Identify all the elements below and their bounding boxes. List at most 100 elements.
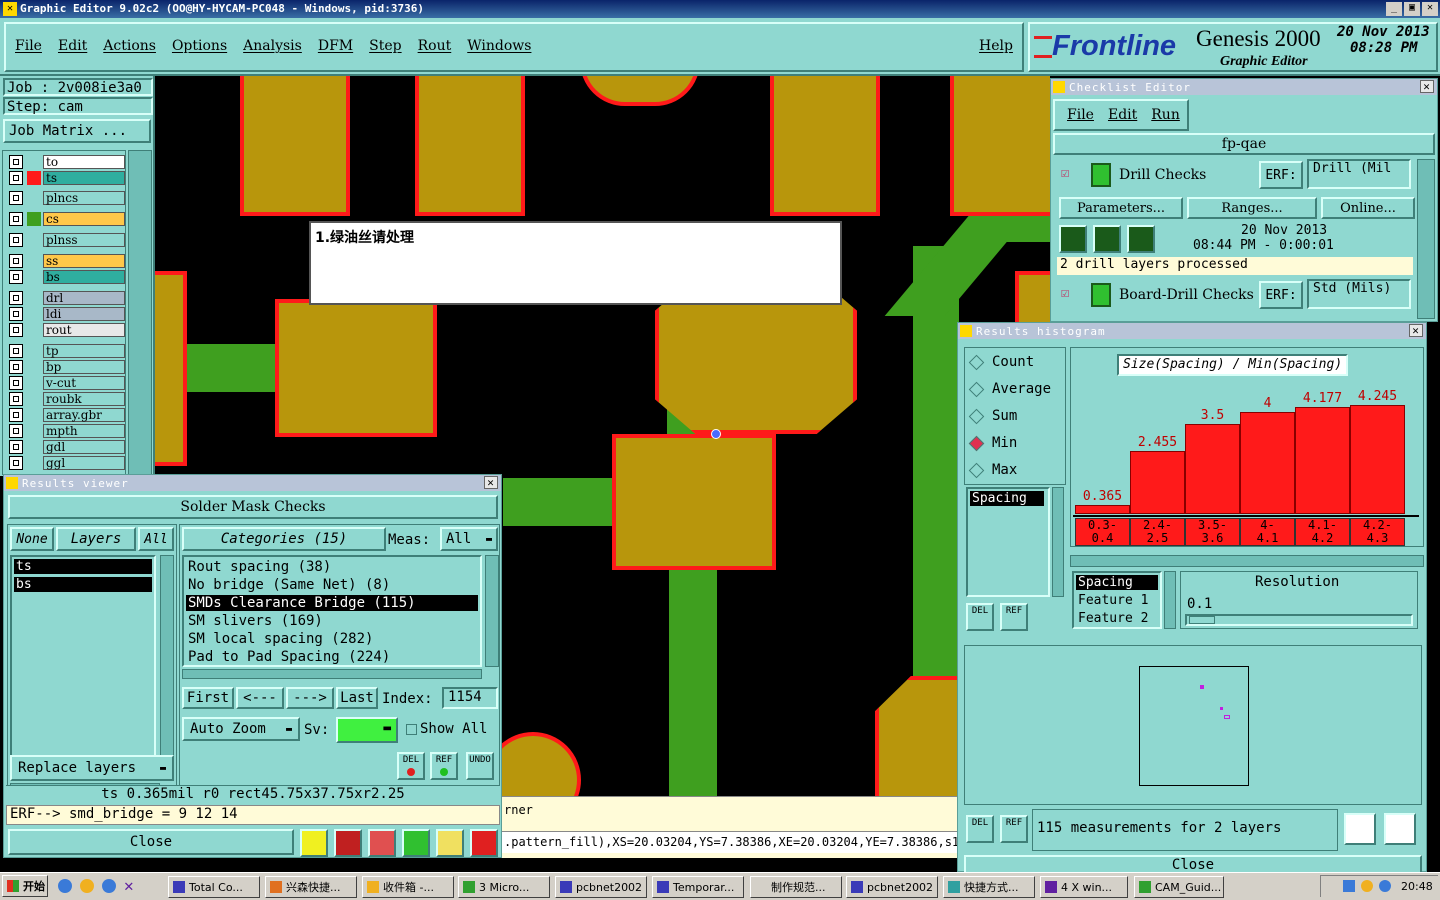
layer-checkbox[interactable] [9,424,23,438]
layer-row[interactable]: ss [9,254,125,268]
bottom-list-feature2[interactable]: Feature 2 [1076,611,1148,626]
menu-edit[interactable]: Edit [58,38,87,54]
layer-row[interactable]: bp [9,360,125,374]
histogram-bar[interactable] [1350,405,1405,514]
ref-button[interactable]: REF [430,752,458,780]
taskbar-item[interactable]: pcbnet2002 [846,876,938,898]
radio-icon[interactable] [968,408,985,424]
menu-dfm[interactable]: DFM [318,38,353,54]
taskbar-item[interactable]: 4 X win... [1040,876,1128,898]
radio-icon[interactable] [968,462,985,478]
layer-name[interactable]: ldi [43,307,125,321]
layer-checkbox[interactable] [9,392,23,406]
layer-checkbox[interactable] [9,254,23,268]
layer-name[interactable]: ggl [43,456,125,470]
bottom-list-scroll[interactable] [1164,571,1176,629]
menu-windows[interactable]: Windows [467,38,531,54]
maximize-button[interactable]: ▣ [1404,2,1420,16]
menu-rout[interactable]: Rout [418,38,452,54]
layer-row[interactable]: rout [9,323,125,337]
checklist-vscroll[interactable] [1417,159,1435,319]
replace-layers-dropdown[interactable]: Replace layers ▬ [10,755,174,781]
histogram-hscroll[interactable] [1070,555,1424,567]
next-button[interactable]: ---> [286,687,334,709]
histogram-bar[interactable] [1130,451,1185,514]
tray-icon-3[interactable] [1379,880,1391,892]
preview-ref-button[interactable]: REF [1000,815,1028,843]
filter-none-button[interactable]: None [10,527,54,551]
layer-name[interactable]: bp [43,360,125,374]
check-item-1-checkbox[interactable]: ☑ [1061,165,1069,181]
checklist-close-icon[interactable]: ✕ [1420,80,1434,93]
online-button[interactable]: Online... [1321,197,1415,219]
histogram-zoom-icon[interactable] [1344,813,1376,845]
mode-option[interactable]: Average [968,381,1051,397]
layer-name[interactable]: mpth [43,424,125,438]
taskbar-item[interactable]: 制作规范... [750,876,842,898]
results-tool-3-icon[interactable] [368,829,396,857]
result-marker-icon[interactable] [711,429,721,439]
check-item-2-name[interactable]: Board-Drill Checks [1119,287,1254,303]
checklist-menu-run[interactable]: Run [1151,107,1180,123]
check-item-1-name[interactable]: Drill Checks [1119,167,1206,183]
layer-name[interactable]: drl [43,291,125,305]
tray-icon-1[interactable] [1343,880,1355,892]
taskbar-item[interactable]: CAM_Guid... [1134,876,1224,898]
layer-name[interactable]: gdl [43,440,125,454]
layer-checkbox[interactable] [9,376,23,390]
layer-row[interactable]: array.gbr [9,408,125,422]
radio-icon[interactable] [968,435,985,451]
layer-checkbox[interactable] [9,456,23,470]
tray-icon-2[interactable] [1361,880,1373,892]
del-button[interactable]: DEL [397,752,425,780]
results-close-button[interactable]: Close [8,829,294,855]
layer-checkbox[interactable] [9,440,23,454]
prev-button[interactable]: <--- [236,687,284,709]
meas-dropdown[interactable]: All ▬ [440,527,498,551]
layer-row[interactable]: roubk [9,392,125,406]
layer-checkbox[interactable] [9,171,23,185]
layer-row[interactable]: mpth [9,424,125,438]
minimize-button[interactable]: _ [1386,2,1402,16]
histogram-del-button[interactable]: DEL [966,603,994,631]
results-viewer-close-icon[interactable]: ✕ [484,476,498,489]
run-icon-2[interactable] [1093,225,1121,253]
histogram-bar[interactable] [1075,505,1130,514]
layer-name[interactable]: rout [43,323,125,337]
mode-option[interactable]: Count [968,354,1034,370]
index-input[interactable]: 1154 [442,687,498,709]
layer-row[interactable]: ldi [9,307,125,321]
layer-checkbox[interactable] [9,307,23,321]
job-matrix-button[interactable]: Job Matrix ... [3,119,151,143]
layer-name[interactable]: bs [43,270,125,284]
layer-row[interactable]: v-cut [9,376,125,390]
results-tool-4-icon[interactable] [402,829,430,857]
layer-checkbox[interactable] [9,408,23,422]
layer-list-scrollbar[interactable] [128,150,152,475]
layer-name[interactable]: ss [43,254,125,268]
layer-row[interactable]: cs [9,212,125,226]
results-tool-6-icon[interactable] [470,829,498,857]
layer-name[interactable]: roubk [43,392,125,406]
menu-help[interactable]: Help [979,38,1013,54]
histogram-ref-button[interactable]: REF [1000,603,1028,631]
checklist-menu-file[interactable]: File [1067,107,1094,123]
category-item[interactable]: Pad to Pad Spacing (224) [186,649,478,665]
layer-name[interactable]: array.gbr [43,408,125,422]
layer-checkbox[interactable] [9,291,23,305]
bottom-list-spacing[interactable]: Spacing [1076,575,1158,590]
measure-list-scroll[interactable] [1052,487,1064,597]
layer-checkbox[interactable] [9,323,23,337]
taskbar-item[interactable]: 兴森快捷... [265,876,357,898]
layer-checkbox[interactable] [9,155,23,169]
run-icon-1[interactable] [1059,225,1087,253]
radio-icon[interactable] [968,381,985,397]
x-quicklaunch-icon[interactable]: ✕ [124,876,134,895]
histogram-bar[interactable] [1240,412,1295,514]
menu-options[interactable]: Options [172,38,227,54]
first-button[interactable]: First [182,687,234,709]
taskbar-item[interactable]: 3 Micro... [458,876,550,898]
resolution-slider[interactable] [1185,614,1413,626]
layer-row[interactable]: plncs [9,191,125,205]
menu-analysis[interactable]: Analysis [243,38,302,54]
